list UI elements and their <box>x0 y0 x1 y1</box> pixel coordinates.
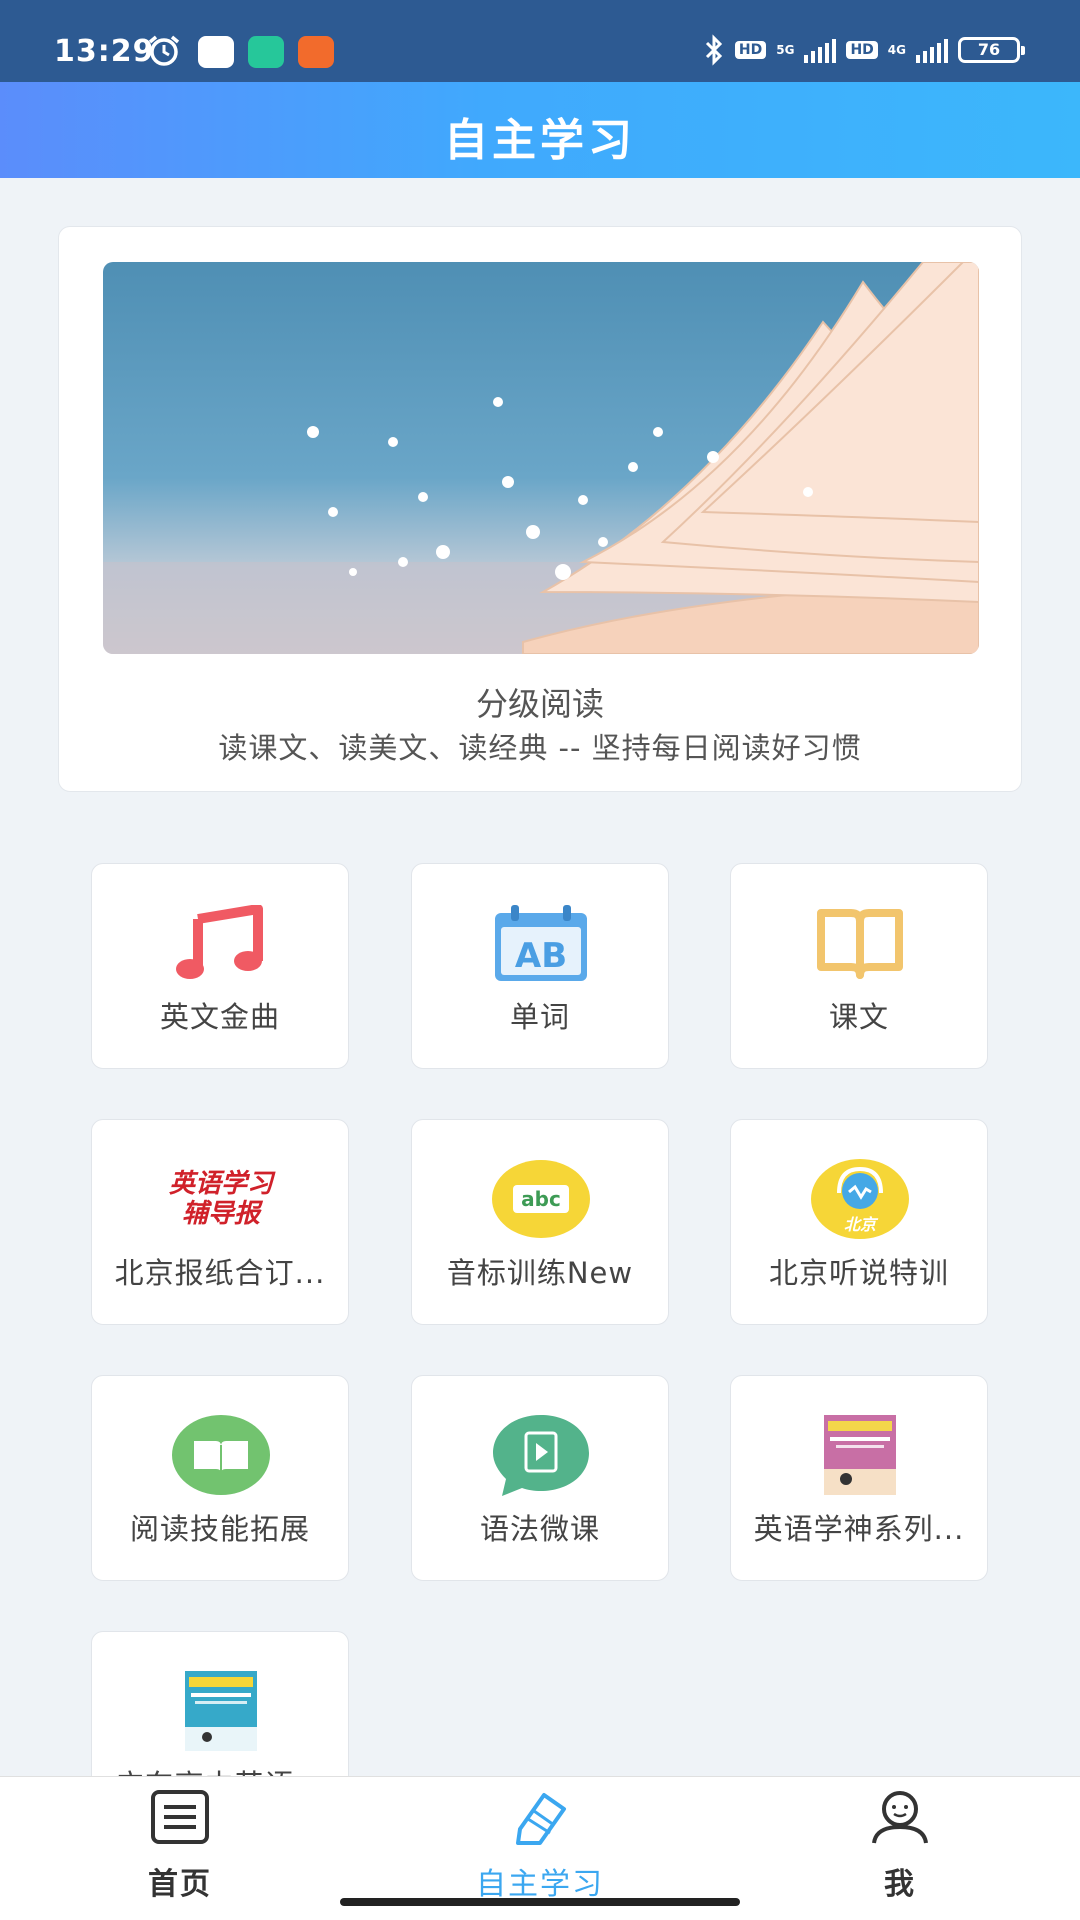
tile-text[interactable]: 课文 <box>730 863 988 1069</box>
logo-text-2: 辅导报 <box>181 1199 260 1229</box>
banner-title: 分级阅读 <box>475 685 604 723</box>
hd-badge-2: HD <box>846 41 878 59</box>
video-bubble-icon <box>491 1412 591 1498</box>
tile-label: 音标训练New <box>446 1256 634 1290</box>
tile-beijing-newspaper[interactable]: 英语学习 辅导报 北京报纸合订... <box>91 1119 349 1325</box>
tile-label: 单词 <box>509 1000 570 1034</box>
signal-bars-icon <box>804 37 837 63</box>
newspaper-logo: 英语学习 辅导报 <box>152 1156 290 1242</box>
music-note-icon <box>171 900 271 986</box>
tile-phonetics[interactable]: abc 音标训练New <box>411 1119 669 1325</box>
status-bar: 13:29 HD 5G HD 4G 76 <box>0 0 1080 82</box>
home-list-icon <box>151 1790 209 1844</box>
status-time: 13:29 <box>54 34 155 69</box>
study-pencil-icon <box>516 1793 566 1845</box>
svg-text:AB: AB <box>515 936 567 976</box>
tile-reading-skills[interactable]: 阅读技能拓展 <box>91 1375 349 1581</box>
book-circle-icon <box>171 1412 271 1498</box>
tile-label: 英文金曲 <box>159 1000 280 1034</box>
tile-label: 北京报纸合订... <box>114 1256 326 1290</box>
nav-me-label: 我 <box>884 1867 916 1902</box>
open-book-icon <box>810 900 910 986</box>
hd-badge: HD <box>734 41 767 59</box>
tile-words[interactable]: AB 单词 <box>411 863 669 1069</box>
beijing-text: 北京 <box>843 1215 876 1234</box>
home-indicator[interactable] <box>340 1898 740 1906</box>
book-cover-icon-2 <box>171 1668 271 1754</box>
signal-bars-icon-2 <box>916 37 948 63</box>
page-title: 自主学习 <box>444 115 636 166</box>
abc-icon: abc <box>491 1156 591 1242</box>
app-notification-icon <box>198 36 234 68</box>
tile-label: 英语学神系列... <box>753 1512 965 1546</box>
tile-listening-speaking[interactable]: 北京 北京听说特训 <box>730 1119 988 1325</box>
logo-text-1: 英语学习 <box>168 1169 273 1199</box>
security-app-icon <box>248 36 284 68</box>
tile-label: 语法微课 <box>479 1512 600 1546</box>
tile-english-master-series[interactable]: 英语学神系列... <box>730 1375 988 1581</box>
abc-text: abc <box>513 1185 569 1213</box>
nav-me[interactable]: 我 <box>800 1777 1000 1920</box>
nav-self-study-label: 自主学习 <box>476 1867 604 1902</box>
profile-icon <box>872 1791 928 1844</box>
bluetooth-icon <box>705 34 723 66</box>
headset-icon: 北京 <box>810 1156 910 1242</box>
nav-home[interactable]: 首页 <box>80 1777 280 1920</box>
ab-calendar-icon: AB <box>491 900 591 986</box>
tile-english-songs[interactable]: 英文金曲 <box>91 863 349 1069</box>
nav-home-label: 首页 <box>148 1867 212 1902</box>
tile-label: 课文 <box>828 1000 889 1034</box>
tile-grammar-lessons[interactable]: 语法微课 <box>411 1375 669 1581</box>
banner-image <box>103 262 979 654</box>
alarm-icon <box>148 35 180 66</box>
battery-icon: 76 <box>958 37 1025 63</box>
mi-app-icon <box>298 36 334 68</box>
network-4g-label: 4G <box>887 43 906 57</box>
graded-reading-banner[interactable]: 分级阅读 读课文、读美文、读经典 -- 坚持每日阅读好习惯 <box>58 226 1022 792</box>
banner-subtitle: 读课文、读美文、读经典 -- 坚持每日阅读好习惯 <box>218 731 862 765</box>
network-5g-label: 5G <box>776 43 795 57</box>
tile-label: 北京听说特训 <box>768 1256 949 1290</box>
title-bar: 自主学习 <box>0 82 1080 178</box>
book-cover-icon <box>810 1412 910 1498</box>
tile-label: 阅读技能拓展 <box>129 1512 310 1546</box>
